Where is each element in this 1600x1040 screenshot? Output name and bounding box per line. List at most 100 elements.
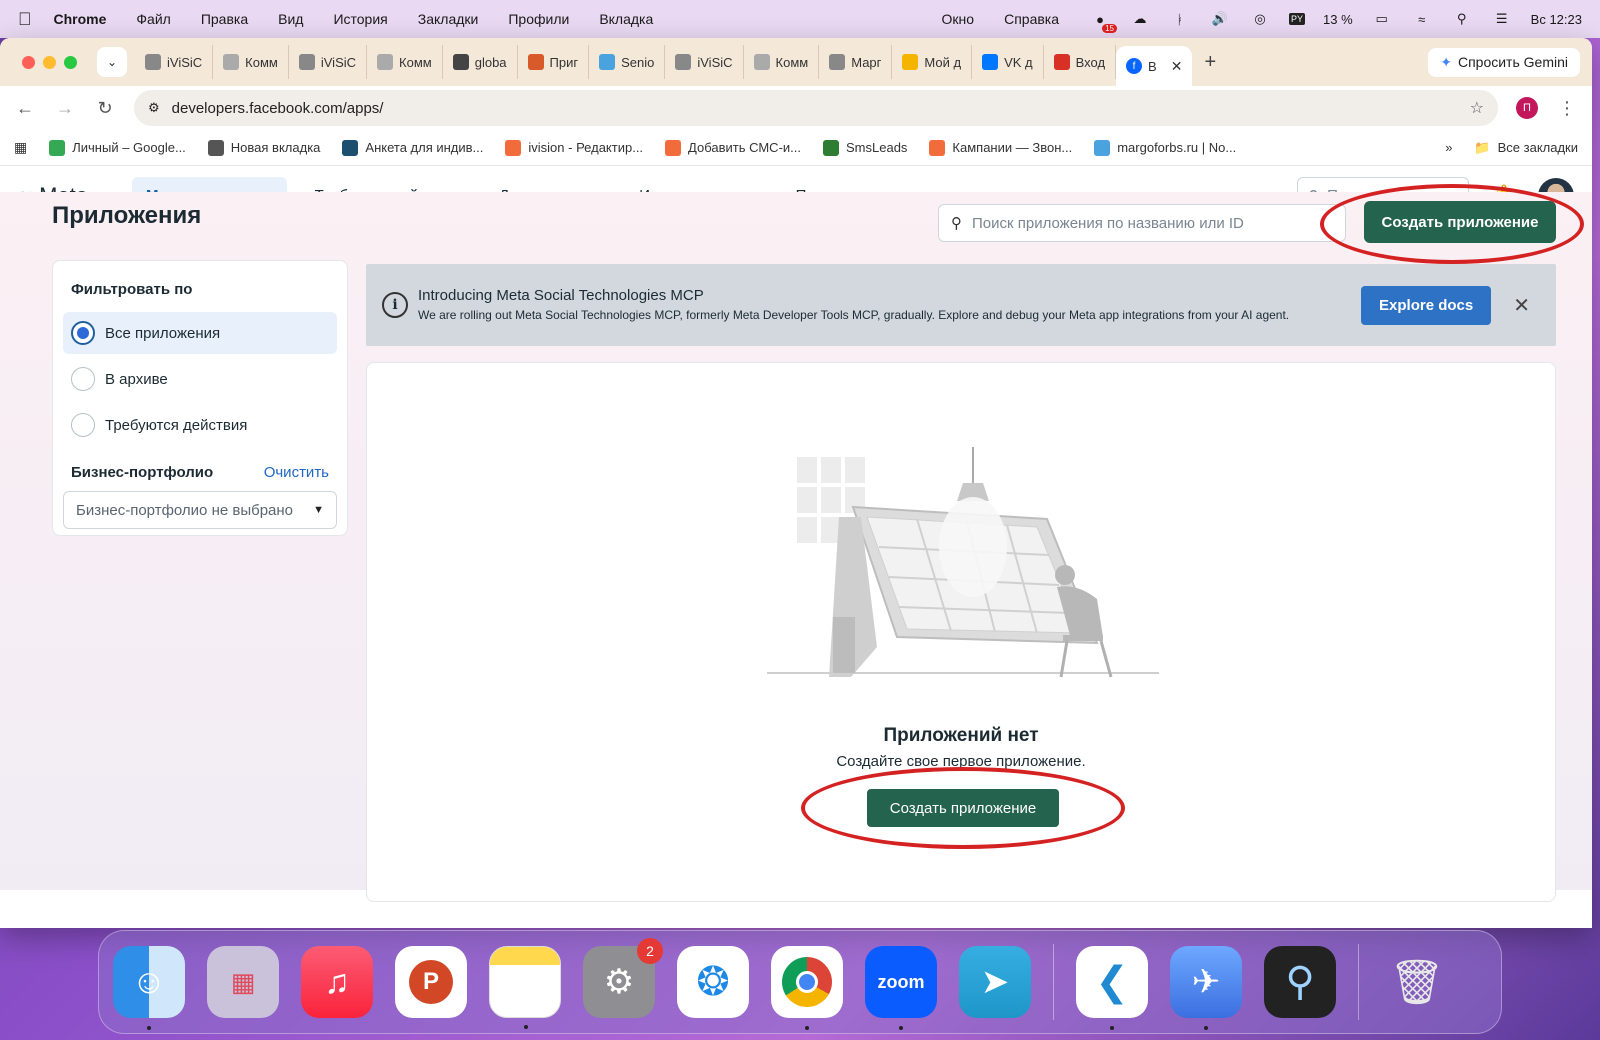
menubar-item-tab[interactable]: Вкладка — [599, 11, 653, 27]
bookmark-item[interactable]: Кампании — Звон... — [929, 139, 1072, 156]
clear-filter-link[interactable]: Очистить — [264, 464, 329, 481]
browser-tab[interactable]: VK д — [972, 45, 1044, 79]
bookmark-item[interactable]: margoforbs.ru | No... — [1094, 139, 1236, 156]
browser-tab[interactable]: Комм — [367, 45, 443, 79]
vscode-icon[interactable]: ❮ — [1076, 946, 1148, 1030]
more-menu-icon[interactable]: ⋮ — [1556, 98, 1578, 119]
browser-tab[interactable]: Вход — [1044, 45, 1117, 79]
browser-tab[interactable]: globa — [443, 45, 518, 79]
zoom-icon[interactable]: zoom — [865, 946, 937, 1030]
music-icon[interactable]: ♫ — [301, 946, 373, 1018]
bookmark-item[interactable]: Личный – Google... — [49, 139, 186, 156]
browser-tab[interactable]: Мой д — [892, 45, 973, 79]
browser-tab[interactable]: Senio — [589, 45, 666, 79]
browser-tab[interactable]: iViSiC — [289, 45, 368, 79]
quicktime-icon[interactable]: ⚲ — [1264, 946, 1336, 1018]
radio-unselected[interactable] — [71, 413, 95, 437]
browser-tab[interactable]: iViSiC — [665, 45, 744, 79]
menubar-clock[interactable]: Вс 12:23 — [1531, 12, 1582, 27]
menubar-item-window[interactable]: Окно — [942, 11, 975, 27]
explore-docs-button[interactable]: Explore docs — [1361, 285, 1492, 325]
create-first-app-button[interactable]: Создать приложение — [867, 789, 1059, 827]
finder-icon[interactable]: ☺ — [113, 946, 185, 1030]
business-portfolio-select[interactable]: Бизнес-портфолио не выбрано ▼ — [63, 491, 337, 529]
minimize-window-button[interactable] — [43, 55, 56, 69]
menubar-item-edit[interactable]: Правка — [201, 11, 248, 27]
radio-unselected[interactable] — [71, 367, 95, 391]
tab-search-button[interactable]: ⌄ — [97, 47, 127, 77]
gemini-sparkle-icon: ✦ — [1440, 53, 1452, 70]
reload-button[interactable]: ↻ — [94, 98, 116, 119]
more-bookmarks-icon[interactable]: » — [1445, 140, 1452, 155]
filter-panel: Фильтровать по Все приложения В архиве Т… — [52, 260, 348, 536]
notification-app-icon[interactable]: ● 15 — [1089, 11, 1118, 33]
tab-label: globa — [474, 54, 507, 70]
tab-label: Комм — [399, 54, 432, 70]
filter-option-action-required[interactable]: Требуются действия — [63, 404, 337, 446]
tab-label: Senio — [621, 54, 655, 70]
zoom-window-button[interactable] — [64, 55, 77, 69]
tab-active-facebook[interactable]: f В ✕ — [1116, 46, 1193, 86]
browser-tab[interactable]: Приг — [518, 45, 590, 79]
control-center-icon[interactable]: ☰ — [1491, 11, 1513, 27]
bookmark-star-icon[interactable]: ☆ — [1470, 98, 1484, 118]
bookmark-item[interactable]: Добавить СМС-и... — [665, 139, 801, 156]
safari-icon[interactable]: ❂ — [677, 946, 749, 1018]
launchpad-icon[interactable]: ▦ — [207, 946, 279, 1018]
close-window-button[interactable] — [22, 55, 35, 69]
create-app-button[interactable]: Создать приложение — [1364, 201, 1556, 243]
new-tab-button[interactable]: + — [1204, 51, 1216, 74]
business-portfolio-header: Бизнес-портфолио Очистить — [71, 464, 329, 481]
filter-option-all-apps[interactable]: Все приложения — [63, 312, 337, 354]
app-store-connect-icon[interactable]: ✈ — [1170, 946, 1242, 1030]
ask-gemini-button[interactable]: ✦ Спросить Gemini — [1428, 47, 1580, 77]
close-icon[interactable]: ✕ — [1513, 293, 1530, 318]
notes-icon[interactable] — [489, 946, 561, 1029]
all-bookmarks-folder[interactable]: 📁 Все закладки — [1474, 140, 1578, 156]
powerpoint-icon[interactable]: P — [395, 946, 467, 1018]
browser-tab[interactable]: Комм — [213, 45, 289, 79]
menubar-item-profiles[interactable]: Профили — [508, 11, 569, 27]
telegram-icon[interactable]: ➤ — [959, 946, 1031, 1018]
browser-tab[interactable]: iViSiC — [135, 45, 214, 79]
bookmark-item[interactable]: Новая вкладка — [207, 139, 320, 156]
url-text[interactable]: developers.facebook.com/apps/ — [172, 100, 384, 117]
input-source-icon[interactable]: PY — [1289, 13, 1306, 25]
bookmark-item[interactable]: ivision - Редактир... — [505, 139, 643, 156]
menubar-app-name[interactable]: Chrome — [54, 11, 107, 27]
menubar-item-history[interactable]: История — [333, 11, 387, 27]
bookmark-item[interactable]: SmsLeads — [823, 139, 907, 156]
back-button[interactable]: ← — [14, 98, 36, 119]
menubar-item-bookmarks[interactable]: Закладки — [418, 11, 479, 27]
menubar-item-file[interactable]: Файл — [136, 11, 170, 27]
profile-avatar[interactable]: П — [1516, 97, 1538, 119]
menubar-item-view[interactable]: Вид — [278, 11, 303, 27]
radio-selected[interactable] — [71, 321, 95, 345]
close-tab-icon[interactable]: ✕ — [1171, 58, 1183, 75]
forward-button[interactable]: → — [54, 98, 76, 119]
system-settings-icon[interactable]: ⚙ 2 — [583, 938, 663, 1018]
browser-tab[interactable]: Комм — [744, 45, 820, 79]
battery-icon[interactable]: ▭ — [1371, 11, 1393, 27]
browser-tab[interactable]: Марг — [819, 45, 893, 79]
cloud-icon[interactable]: ☁ — [1129, 11, 1151, 27]
macos-dock: ☺ ▦ ♫ P ⚙ 2 ❂ zoom ➤ ❮ ✈ ⚲ 🗑 — [98, 930, 1502, 1034]
spotlight-search-icon[interactable]: ⚲ — [1451, 11, 1473, 27]
chrome-icon[interactable] — [771, 946, 843, 1030]
apple-icon[interactable]:  — [18, 9, 32, 30]
trash-icon[interactable]: 🗑 — [1381, 946, 1453, 1018]
tab-label: iViSiC — [167, 54, 203, 70]
site-settings-icon[interactable]: ⚙ — [148, 100, 160, 116]
volume-icon[interactable]: 🔊 — [1209, 11, 1231, 27]
bluetooth-icon[interactable]: ᛓ — [1169, 11, 1191, 27]
address-bar[interactable]: ⚙ developers.facebook.com/apps/ ☆ — [134, 90, 1498, 126]
bookmark-favicon-icon — [929, 139, 946, 156]
app-search-input[interactable]: ⚲ Поиск приложения по названию или ID — [938, 204, 1346, 242]
bookmark-item[interactable]: Анкета для индив... — [342, 139, 483, 156]
wifi-icon[interactable]: ≈ — [1411, 11, 1433, 27]
filter-option-archived[interactable]: В архиве — [63, 358, 337, 400]
menubar-item-help[interactable]: Справка — [1004, 11, 1059, 27]
apps-grid-icon[interactable]: ▦ — [14, 139, 27, 156]
airdrop-icon[interactable]: ◎ — [1249, 11, 1271, 27]
mcp-announcement-banner: i Introducing Meta Social Technologies M… — [366, 264, 1556, 346]
